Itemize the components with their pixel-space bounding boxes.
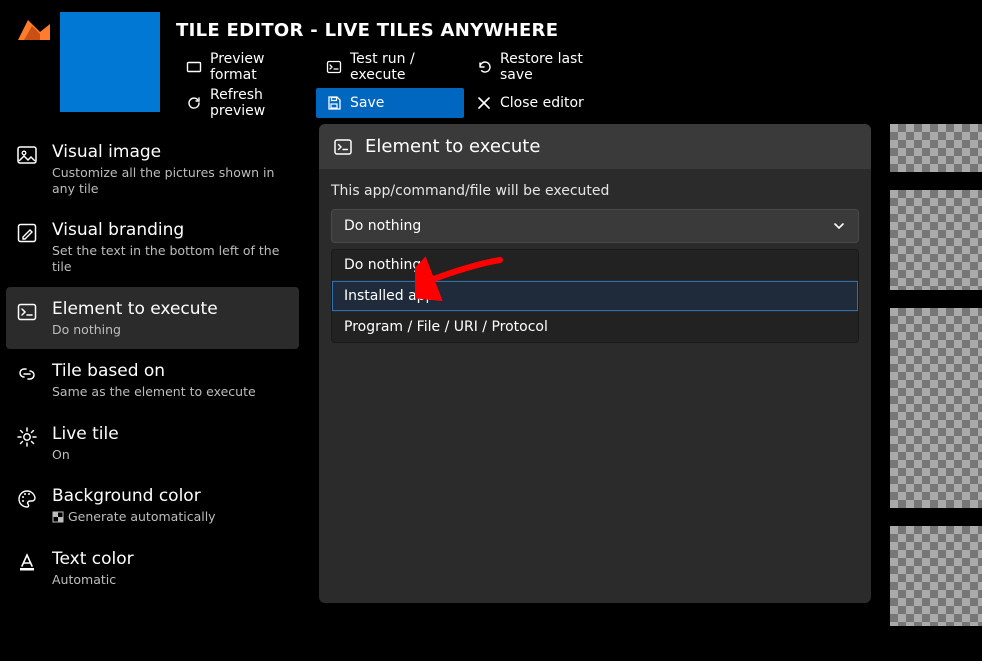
sidebar-item-live-tile[interactable]: Live tile On (0, 412, 305, 475)
element-to-execute-panel: Element to execute This app/command/file… (319, 124, 871, 603)
palette-icon (16, 488, 38, 510)
sidebar-item-label: Visual branding (52, 220, 289, 240)
sidebar-item-element-to-execute[interactable]: Element to execute Do nothing (6, 287, 299, 350)
sidebar-item-sub: Same as the element to execute (52, 384, 256, 400)
sidebar-item-sub: Set the text in the bottom left of the t… (52, 243, 289, 274)
save-icon (326, 95, 342, 111)
save-button[interactable]: Save (316, 88, 464, 118)
sidebar-item-label: Live tile (52, 424, 119, 444)
dropdown-item-program-file-uri[interactable]: Program / File / URI / Protocol (332, 311, 858, 342)
panel-header: Element to execute (319, 124, 871, 169)
tile-preview-medium (890, 308, 982, 508)
text-color-icon (16, 551, 38, 573)
sidebar-item-visual-branding[interactable]: Visual branding Set the text in the botto… (0, 208, 305, 286)
sidebar-item-background-color[interactable]: Background color Generate automatically (0, 474, 305, 537)
sidebar-item-sub: Generate automatically (52, 509, 216, 525)
test-run-label: Test run / execute (350, 51, 454, 83)
execute-type-dropdown: Do nothing Installed app Program / File … (331, 249, 859, 343)
sidebar-item-tile-based-on[interactable]: Tile based on Same as the element to exec… (0, 349, 305, 412)
tile-preview-thumbnail (60, 12, 160, 112)
preview-format-label: Preview format (210, 51, 304, 83)
rectangle-icon (186, 59, 202, 75)
restore-label: Restore last save (500, 51, 606, 83)
sidebar-item-text-color[interactable]: Text color Automatic (0, 537, 305, 600)
tile-preview-small (890, 190, 982, 290)
sidebar-item-label: Background color (52, 486, 216, 506)
execute-type-combo[interactable]: Do nothing (331, 209, 859, 243)
test-run-button[interactable]: Test run / execute (316, 52, 464, 82)
edit-icon (16, 222, 38, 244)
close-button[interactable]: Close editor (466, 88, 616, 118)
sidebar-item-label: Text color (52, 549, 134, 569)
sidebar: Visual image Customize all the pictures s… (0, 124, 305, 661)
tile-size-previews (890, 124, 982, 626)
save-label: Save (350, 95, 384, 111)
app-logo-icon (18, 20, 50, 40)
link-icon (16, 363, 38, 385)
tile-preview-wide-small (890, 124, 982, 172)
sidebar-item-label: Visual image (52, 142, 289, 162)
refresh-button[interactable]: Refresh preview (176, 88, 314, 118)
combo-selected-value: Do nothing (344, 218, 421, 234)
dropdown-item-do-nothing[interactable]: Do nothing (332, 250, 858, 280)
sidebar-item-label: Tile based on (52, 361, 256, 381)
terminal-icon (326, 59, 342, 75)
terminal-icon (16, 301, 38, 323)
sun-icon (16, 426, 38, 448)
refresh-label: Refresh preview (210, 87, 304, 119)
sidebar-item-sub: Do nothing (52, 322, 218, 338)
field-label: This app/command/file will be executed (331, 183, 859, 199)
sidebar-item-label: Element to execute (52, 299, 218, 319)
close-label: Close editor (500, 95, 584, 111)
toolbar: Preview format Test run / execute Restor… (176, 52, 616, 118)
sidebar-item-sub: Automatic (52, 572, 134, 588)
dropdown-item-installed-app[interactable]: Installed app (332, 280, 858, 311)
tile-preview-large (890, 526, 982, 626)
terminal-icon (333, 137, 353, 157)
panel-title: Element to execute (365, 136, 540, 157)
sidebar-item-sub: Customize all the pictures shown in any … (52, 165, 289, 196)
image-icon (16, 144, 38, 166)
close-icon (476, 95, 492, 111)
refresh-icon (186, 95, 202, 111)
chevron-down-icon (832, 219, 846, 233)
undo-icon (476, 59, 492, 75)
restore-button[interactable]: Restore last save (466, 52, 616, 82)
sidebar-item-sub: On (52, 447, 119, 463)
sidebar-item-visual-image[interactable]: Visual image Customize all the pictures s… (0, 130, 305, 208)
preview-format-button[interactable]: Preview format (176, 52, 314, 82)
app-title: TILE EDITOR - LIVE TILES ANYWHERE (176, 20, 558, 41)
